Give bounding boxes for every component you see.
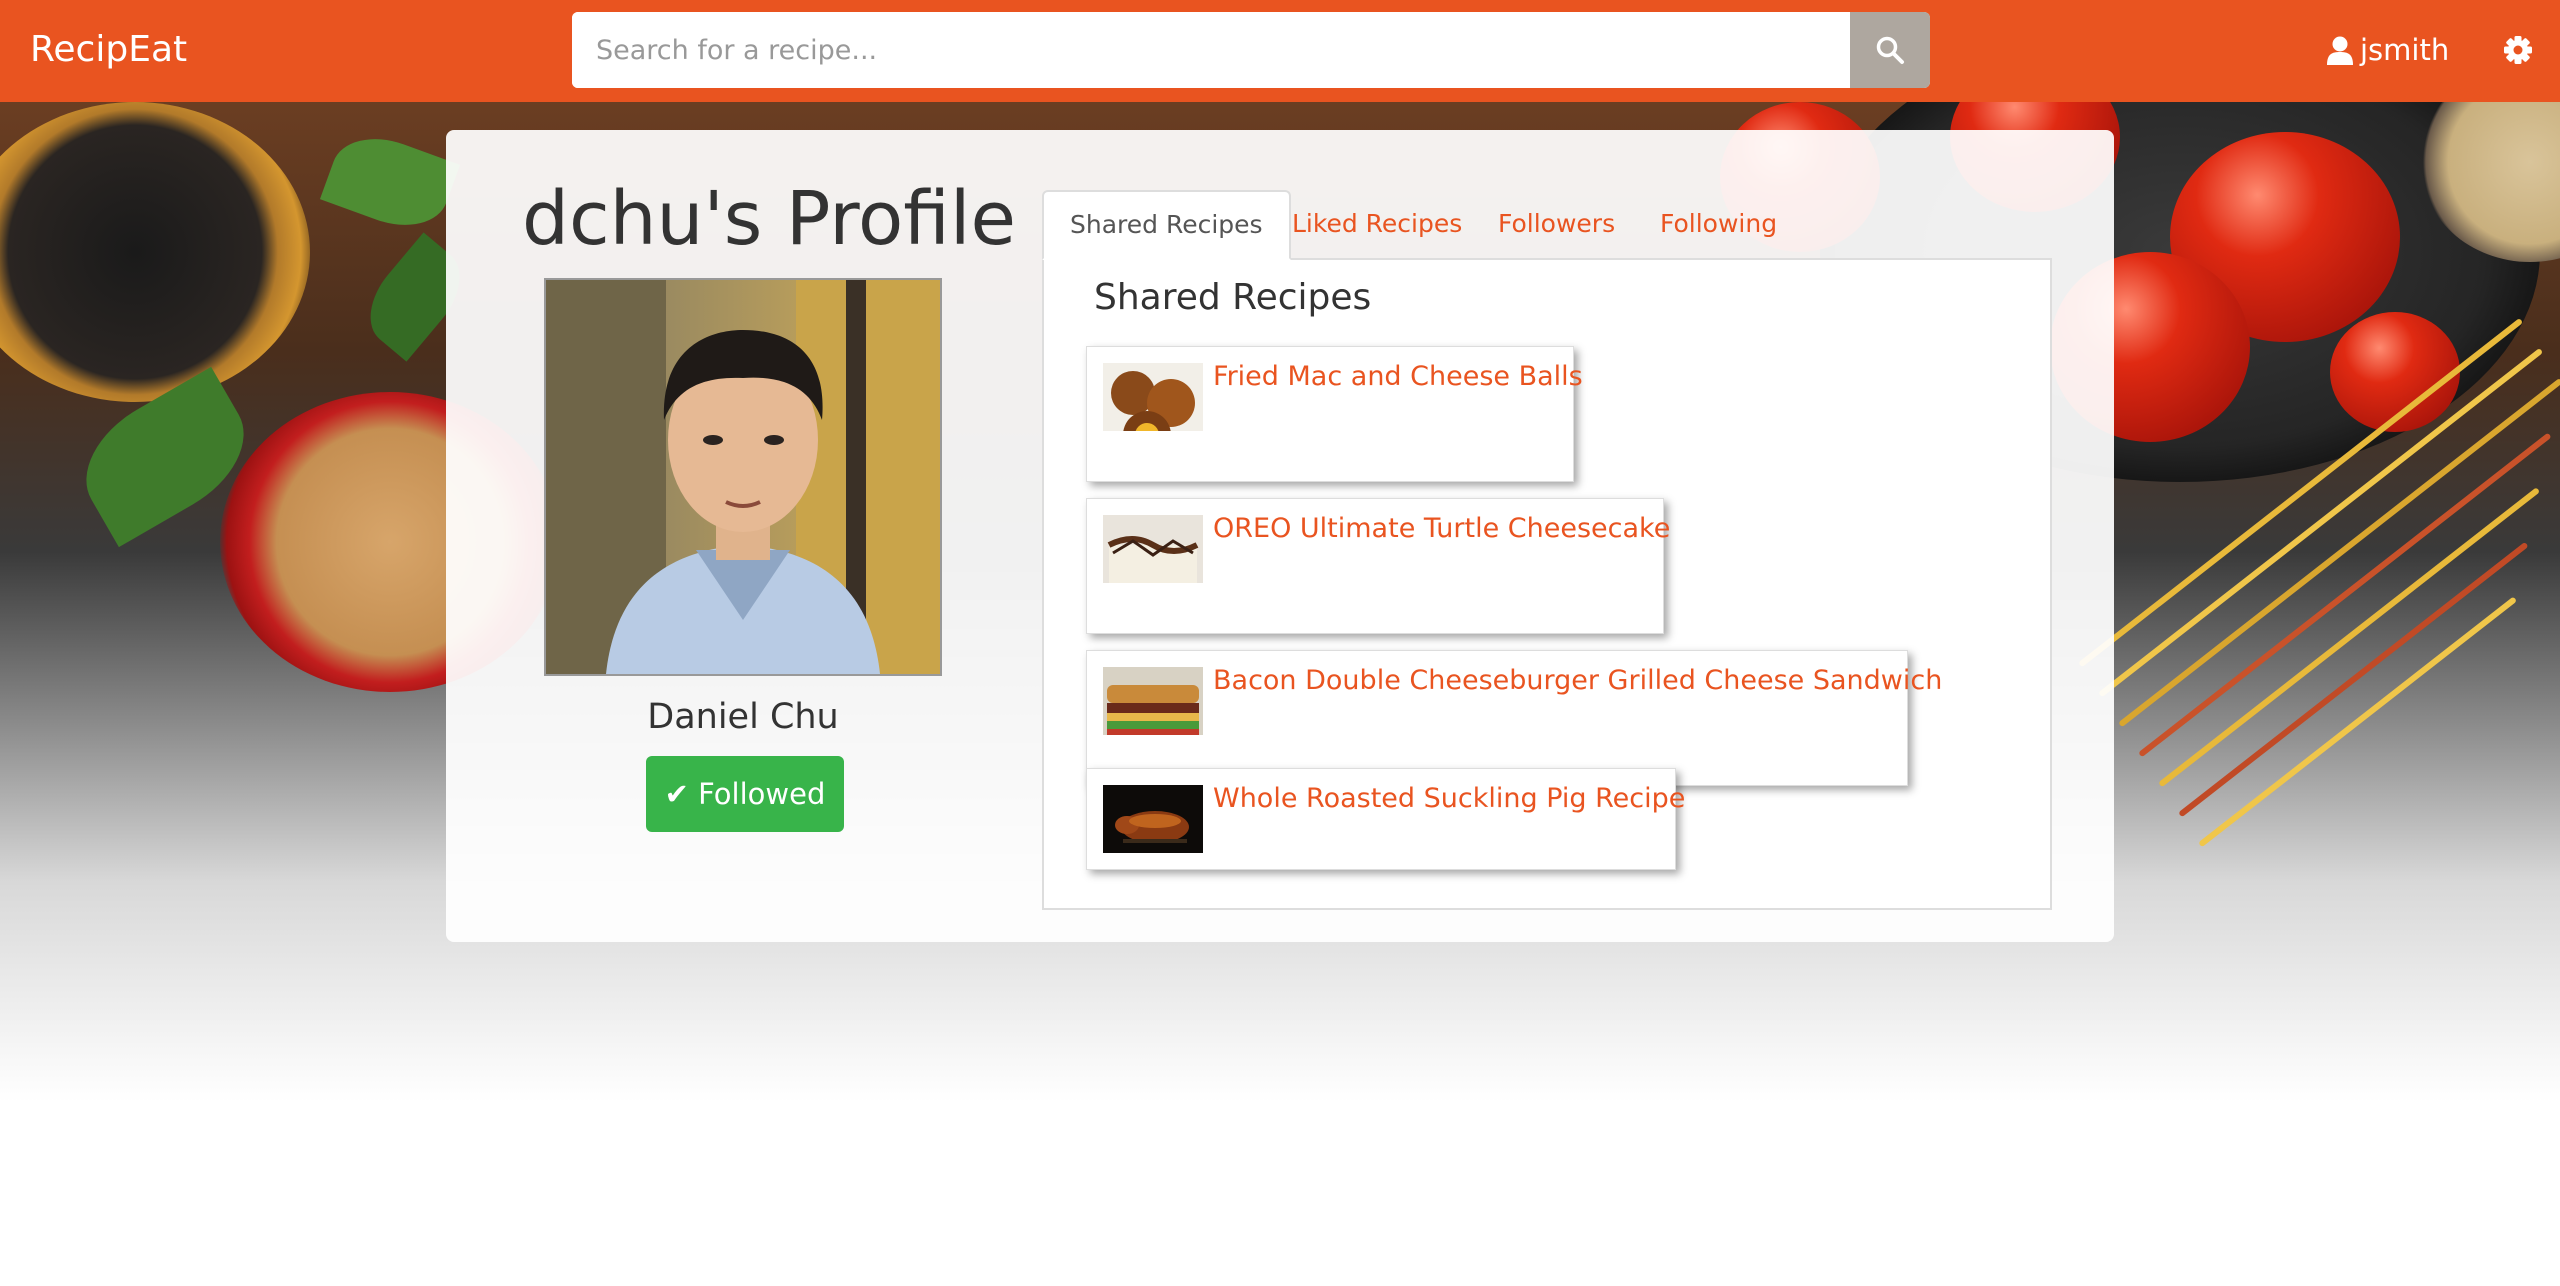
page-title: dchu's Profile [522,176,1016,262]
search-icon [1876,36,1904,64]
profile-card: dchu's Profile Daniel Chu ✔ Followed Sha… [446,130,2114,942]
search-button[interactable] [1850,12,1930,88]
recipe-link[interactable]: Bacon Double Cheeseburger Grilled Cheese… [1213,661,1942,701]
sesame-bowl [0,102,310,402]
recipe-link[interactable]: Whole Roasted Suckling Pig Recipe [1213,779,1685,819]
recipe-thumbnail [1103,515,1203,583]
user-menu-link[interactable]: jsmith [2326,28,2449,72]
settings-button[interactable] [2498,30,2538,70]
spaghetti-strand [2158,487,2541,788]
avatar [544,278,942,676]
tab-shared-recipes[interactable]: Shared Recipes [1042,190,1291,260]
recipe-thumbnail [1103,785,1203,853]
user-icon [2327,36,2353,65]
gear-icon [2504,36,2532,64]
profile-photo [546,280,940,674]
recipe-card[interactable]: OREO Ultimate Turtle Cheesecake [1086,498,1670,634]
tab-liked-recipes[interactable]: Liked Recipes [1266,190,1488,258]
tab-followers[interactable]: Followers [1472,190,1641,258]
username-label: jsmith [2360,33,2450,67]
recipe-link[interactable]: OREO Ultimate Turtle Cheesecake [1213,509,1670,549]
recipe-card[interactable]: Fried Mac and Cheese Balls [1086,346,1583,482]
brand-logo[interactable]: RecipEat [30,26,187,74]
search-input[interactable] [572,12,1850,88]
recipe-thumbnail [1103,363,1203,431]
top-navbar: RecipEat jsmith [0,0,2560,102]
recipe-card[interactable]: Whole Roasted Suckling Pig Recipe [1086,768,1685,870]
recipe-thumbnail [1103,667,1203,735]
profile-full-name: Daniel Chu [647,697,839,737]
tab-following[interactable]: Following [1634,190,1803,258]
shared-recipes-panel: Shared Recipes Fried Mac and Cheese Ball… [1042,258,2052,910]
recipe-link[interactable]: Fried Mac and Cheese Balls [1213,357,1583,397]
followed-button[interactable]: ✔ Followed [646,756,844,832]
search-bar [572,12,1930,88]
recipe-card[interactable]: Bacon Double Cheeseburger Grilled Cheese… [1086,650,1942,786]
basil-leaf [319,123,461,241]
panel-title: Shared Recipes [1094,277,1372,318]
